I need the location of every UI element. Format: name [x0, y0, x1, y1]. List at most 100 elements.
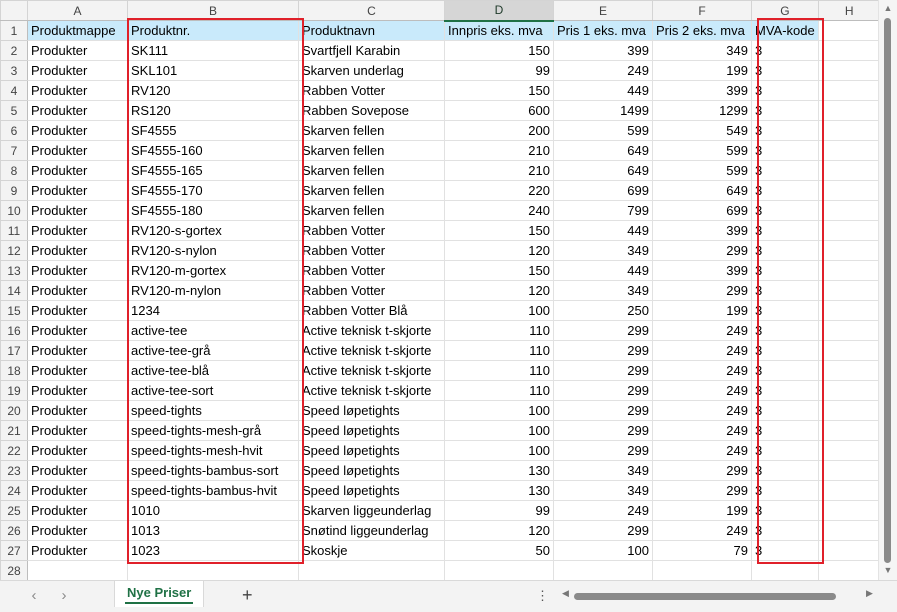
cell[interactable]: 3	[751, 480, 819, 501]
cell[interactable]: 150	[444, 80, 554, 101]
row-number[interactable]: 4	[0, 80, 28, 101]
cell[interactable]: 79	[652, 540, 752, 561]
cell[interactable]: Produkter	[27, 120, 128, 141]
row-number[interactable]: 16	[0, 320, 28, 341]
cell[interactable]	[817, 440, 881, 461]
cell[interactable]: active-tee	[127, 320, 299, 341]
cell[interactable]: 120	[444, 280, 554, 301]
cell[interactable]: 249	[553, 500, 653, 521]
cell[interactable]: 349	[553, 280, 653, 301]
cell[interactable]: active-tee-blå	[127, 360, 299, 381]
header-cell[interactable]: Pris 1 eks. mva	[553, 20, 653, 41]
cell[interactable]	[817, 240, 881, 261]
cell[interactable]: Skarven fellen	[298, 140, 445, 161]
vertical-scroll-thumb[interactable]	[884, 18, 891, 563]
cell[interactable]: Rabben Votter	[298, 260, 445, 281]
cell[interactable]: 249	[652, 320, 752, 341]
cell[interactable]: 3	[751, 240, 819, 261]
cell[interactable]: 3	[751, 320, 819, 341]
cell[interactable]: 299	[652, 240, 752, 261]
prev-sheet-icon[interactable]: ‹	[26, 587, 42, 604]
cell[interactable]: Produkter	[27, 520, 128, 541]
cell[interactable]	[298, 560, 445, 581]
cell[interactable]: 299	[553, 400, 653, 421]
cell[interactable]	[817, 180, 881, 201]
cell[interactable]: Speed løpetights	[298, 400, 445, 421]
cell[interactable]: 3	[751, 120, 819, 141]
cell[interactable]: Produkter	[27, 220, 128, 241]
cell[interactable]: SF4555-170	[127, 180, 299, 201]
cell[interactable]: 399	[553, 40, 653, 61]
cell[interactable]: SF4555-160	[127, 140, 299, 161]
row-number[interactable]: 13	[0, 260, 28, 281]
header-cell[interactable]: MVA-kode	[751, 20, 819, 41]
row-number[interactable]: 3	[0, 60, 28, 81]
cell[interactable]: 299	[553, 420, 653, 441]
cell[interactable]: 3	[751, 100, 819, 121]
cell[interactable]: Rabben Votter	[298, 240, 445, 261]
cell[interactable]: Skarven fellen	[298, 120, 445, 141]
cell[interactable]: Produkter	[27, 140, 128, 161]
header-cell[interactable]: Produktnr.	[127, 20, 299, 41]
row-number[interactable]: 17	[0, 340, 28, 361]
cell[interactable]: 3	[751, 340, 819, 361]
row-number[interactable]: 8	[0, 160, 28, 181]
column-header-e[interactable]: E	[553, 0, 653, 21]
cell[interactable]: Rabben Sovepose	[298, 100, 445, 121]
cell[interactable]: 599	[553, 120, 653, 141]
cell[interactable]	[817, 120, 881, 141]
cell[interactable]: 3	[751, 300, 819, 321]
cell[interactable]: 3	[751, 500, 819, 521]
cell[interactable]: 99	[444, 60, 554, 81]
cell[interactable]	[817, 300, 881, 321]
cell[interactable]: Active teknisk t-skjorte	[298, 380, 445, 401]
cell[interactable]: Produkter	[27, 160, 128, 181]
row-number[interactable]: 21	[0, 420, 28, 441]
cell[interactable]	[444, 560, 554, 581]
cell[interactable]: speed-tights-bambus-sort	[127, 460, 299, 481]
cell[interactable]: Produkter	[27, 40, 128, 61]
row-number[interactable]: 7	[0, 140, 28, 161]
cell[interactable]: SKL101	[127, 60, 299, 81]
cell[interactable]: 1299	[652, 100, 752, 121]
cell[interactable]: 1023	[127, 540, 299, 561]
row-number[interactable]: 22	[0, 440, 28, 461]
cell[interactable]: Skarven fellen	[298, 160, 445, 181]
cell[interactable]	[817, 540, 881, 561]
cell[interactable]	[817, 40, 881, 61]
cell[interactable]: SF4555	[127, 120, 299, 141]
cell[interactable]: 50	[444, 540, 554, 561]
select-all-corner[interactable]	[0, 0, 28, 21]
cell[interactable]: RV120-m-nylon	[127, 280, 299, 301]
cell[interactable]: Produkter	[27, 460, 128, 481]
cell[interactable]: speed-tights-mesh-hvit	[127, 440, 299, 461]
cell[interactable]	[817, 140, 881, 161]
cell[interactable]	[817, 80, 881, 101]
cell[interactable]: Produkter	[27, 340, 128, 361]
cell[interactable]: 3	[751, 380, 819, 401]
cell[interactable]: Produkter	[27, 500, 128, 521]
cell[interactable]: 3	[751, 220, 819, 241]
row-number[interactable]: 14	[0, 280, 28, 301]
cell[interactable]: 299	[553, 520, 653, 541]
header-cell[interactable]: Produktmappe	[27, 20, 128, 41]
cell[interactable]: SF4555-180	[127, 200, 299, 221]
cell[interactable]	[817, 220, 881, 241]
cell[interactable]: 3	[751, 460, 819, 481]
cell[interactable]: 449	[553, 80, 653, 101]
scroll-left-icon[interactable]: ◀	[562, 588, 569, 599]
column-header-h[interactable]: H	[817, 0, 881, 21]
cell[interactable]: 349	[553, 460, 653, 481]
cell[interactable]: 240	[444, 200, 554, 221]
cell[interactable]: 220	[444, 180, 554, 201]
cell[interactable]: Produkter	[27, 540, 128, 561]
cell[interactable]: Produkter	[27, 280, 128, 301]
cell[interactable]: 699	[652, 200, 752, 221]
cell[interactable]: Skarven liggeunderlag	[298, 500, 445, 521]
cell[interactable]: 399	[652, 220, 752, 241]
cell[interactable]: Speed løpetights	[298, 420, 445, 441]
cell[interactable]: 199	[652, 500, 752, 521]
column-header-b[interactable]: B	[127, 0, 299, 21]
cell[interactable]: 120	[444, 520, 554, 541]
cell[interactable]	[817, 560, 881, 581]
